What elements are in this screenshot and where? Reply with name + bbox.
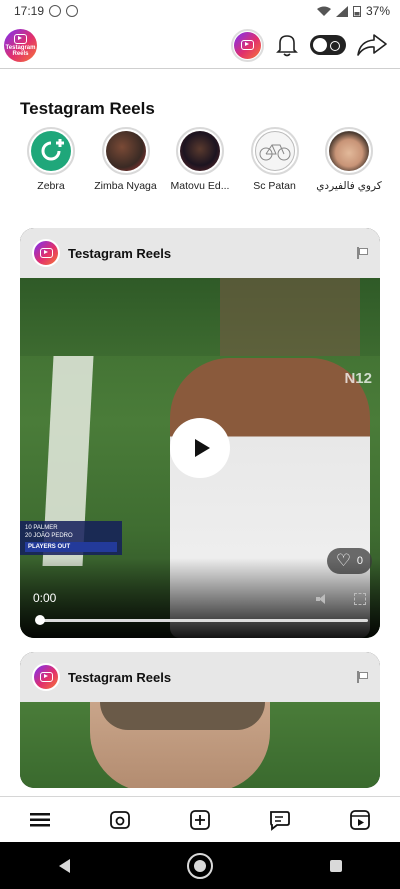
story-avatar bbox=[329, 131, 369, 171]
story-avatar bbox=[254, 131, 295, 171]
story-avatar bbox=[180, 131, 220, 171]
wifi-icon bbox=[316, 6, 331, 16]
comments-icon bbox=[270, 810, 290, 831]
post-author[interactable]: Testagram Reels bbox=[68, 246, 171, 261]
battery-percent: 37% bbox=[365, 4, 390, 18]
status-bar: 17:19 37% bbox=[0, 0, 400, 22]
story-label: Matovu Ed... bbox=[170, 180, 230, 192]
reels-logo-icon bbox=[39, 671, 53, 682]
story-label: Zimba Nyaga bbox=[94, 180, 157, 192]
nav-reels-button[interactable] bbox=[347, 807, 373, 833]
story-item[interactable]: Matovu Ed... bbox=[163, 127, 237, 192]
report-flag-icon[interactable] bbox=[356, 247, 368, 259]
stories-section-title: Testagram Reels bbox=[20, 99, 155, 118]
volume-icon[interactable] bbox=[316, 593, 328, 605]
story-label: كروي فالفيردي bbox=[316, 180, 382, 192]
nav-menu-button[interactable] bbox=[27, 807, 53, 833]
reels-logo-icon bbox=[241, 39, 254, 50]
story-label: Zebra bbox=[37, 180, 65, 192]
reels-icon bbox=[350, 809, 370, 830]
fullscreen-icon[interactable] bbox=[354, 593, 366, 605]
video-frame-overlay bbox=[220, 278, 360, 356]
story-avatar-ring bbox=[101, 127, 150, 175]
add-icon bbox=[190, 809, 210, 830]
post-author[interactable]: Testagram Reels bbox=[68, 670, 171, 685]
nav-add-button[interactable] bbox=[187, 807, 213, 833]
story-label: Sc Patan bbox=[253, 180, 296, 192]
reels-logo-icon bbox=[39, 247, 53, 258]
video-player[interactable] bbox=[20, 702, 380, 788]
video-time: 0:00 bbox=[33, 591, 57, 605]
story-avatar-ring bbox=[27, 127, 75, 175]
system-back-icon[interactable] bbox=[58, 858, 70, 873]
facebook-notification-icon bbox=[49, 5, 62, 17]
system-home-icon[interactable] bbox=[186, 852, 213, 879]
story-avatar-ring bbox=[176, 127, 224, 175]
post-card: Testagram Reels N12 10 PALMER 20 JOÃO PE… bbox=[20, 228, 380, 638]
camera-icon bbox=[110, 810, 130, 829]
story-item[interactable]: Zimba Nyaga bbox=[89, 127, 163, 192]
system-recents-icon[interactable] bbox=[329, 859, 342, 872]
bell-icon[interactable] bbox=[274, 32, 300, 58]
lower-third-graphic: 10 PALMER 20 JOÃO PEDRO PLAYERS OUT bbox=[20, 521, 122, 556]
nav-comments-button[interactable] bbox=[267, 807, 293, 833]
post-header: Testagram Reels bbox=[20, 228, 380, 278]
post-author-avatar[interactable] bbox=[32, 239, 60, 267]
stories-row: Zebra Zimba Nyaga Matovu Ed... Sc Patan … bbox=[0, 119, 400, 192]
video-player[interactable]: N12 10 PALMER 20 JOÃO PEDRO PLAYERS OUT … bbox=[20, 278, 380, 638]
status-time: 17:19 bbox=[14, 4, 45, 18]
lower-third-line2: 20 JOÃO PEDRO bbox=[25, 533, 73, 540]
story-avatar bbox=[105, 131, 146, 171]
app-logo-line2: Reels bbox=[12, 50, 29, 57]
menu-icon bbox=[30, 812, 50, 826]
bottom-navigation bbox=[0, 796, 400, 842]
battery-icon bbox=[352, 6, 361, 17]
notification-icon bbox=[66, 5, 79, 17]
signal-icon bbox=[335, 5, 348, 17]
lower-third-tag: PLAYERS OUT bbox=[25, 542, 117, 553]
app-bar: Testagram Reels bbox=[0, 22, 400, 69]
story-avatar-ring bbox=[325, 127, 373, 175]
post-header: Testagram Reels bbox=[20, 652, 380, 702]
dark-mode-toggle[interactable] bbox=[310, 35, 346, 55]
reels-logo-icon bbox=[14, 33, 27, 44]
story-avatar-ring bbox=[250, 127, 299, 175]
profile-avatar-logo bbox=[234, 31, 261, 59]
broadcaster-logo: N12 bbox=[344, 370, 372, 387]
profile-avatar[interactable] bbox=[231, 28, 264, 62]
video-subject-hair bbox=[100, 702, 265, 730]
play-button[interactable] bbox=[170, 418, 230, 478]
system-navigation-bar bbox=[0, 842, 400, 889]
share-icon[interactable] bbox=[356, 32, 388, 58]
post-author-avatar[interactable] bbox=[32, 663, 60, 691]
story-item[interactable]: كروي فالفيردي bbox=[312, 127, 386, 192]
video-progress-bar[interactable] bbox=[35, 615, 368, 625]
story-item[interactable]: Zebra bbox=[14, 127, 88, 192]
lower-third-line1: 10 PALMER bbox=[25, 525, 58, 531]
progress-scrubber[interactable] bbox=[35, 615, 45, 625]
post-card: Testagram Reels bbox=[20, 652, 380, 788]
app-logo[interactable]: Testagram Reels bbox=[4, 28, 37, 62]
nav-camera-button[interactable] bbox=[107, 807, 133, 833]
report-flag-icon[interactable] bbox=[356, 671, 368, 683]
add-story-icon bbox=[31, 131, 71, 171]
story-item[interactable]: Sc Patan bbox=[238, 127, 312, 192]
